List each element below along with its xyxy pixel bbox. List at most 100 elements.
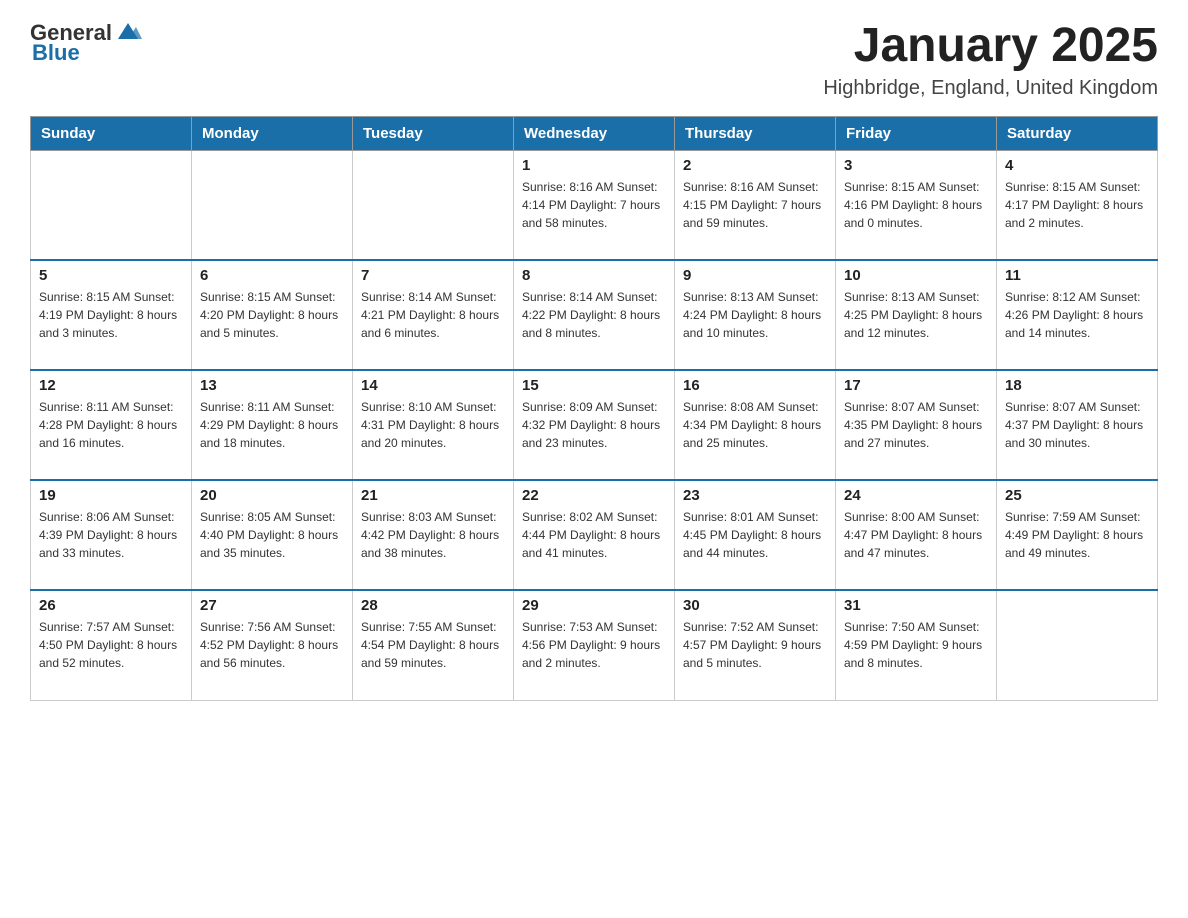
- calendar-week-row: 12Sunrise: 8:11 AM Sunset: 4:28 PM Dayli…: [31, 370, 1158, 480]
- day-number: 26: [39, 597, 183, 614]
- day-info: Sunrise: 8:15 AM Sunset: 4:19 PM Dayligh…: [39, 288, 183, 342]
- day-of-week-header: Tuesday: [353, 116, 514, 150]
- day-info: Sunrise: 8:14 AM Sunset: 4:21 PM Dayligh…: [361, 288, 505, 342]
- calendar-day-cell: 2Sunrise: 8:16 AM Sunset: 4:15 PM Daylig…: [675, 150, 836, 260]
- calendar-day-cell: 31 Sunrise: 7:50 AM Sunset: 4:59 PM Dayli…: [836, 590, 997, 700]
- day-info: Sunrise: 8:13 AM Sunset: 4:24 PM Dayligh…: [683, 288, 827, 342]
- day-info: Sunrise: 8:16 AM Sunset: 4:14 PM Dayligh…: [522, 178, 666, 232]
- calendar-day-cell: 6Sunrise: 8:15 AM Sunset: 4:20 PM Daylig…: [192, 260, 353, 370]
- calendar-day-cell: 12Sunrise: 8:11 AM Sunset: 4:28 PM Dayli…: [31, 370, 192, 480]
- day-number: 1: [522, 157, 666, 174]
- calendar-day-cell: 14 Sunrise: 8:10 AM Sunset: 4:31 PM Dayli…: [353, 370, 514, 480]
- calendar-day-cell: 20 Sunrise: 8:05 AM Sunset: 4:40 PM Dayli…: [192, 480, 353, 590]
- day-number: 3: [844, 157, 988, 174]
- day-info: Sunrise: 8:09 AM Sunset: 4:32 PM Dayligh…: [522, 398, 666, 452]
- day-number: 14: [361, 377, 505, 394]
- day-info: Sunrise: 8:00 AM Sunset: 4:47 PM Dayligh…: [844, 508, 988, 562]
- calendar-day-cell: 29 Sunrise: 7:53 AM Sunset: 4:56 PM Dayli…: [514, 590, 675, 700]
- day-info: Sunrise: 8:10 AM Sunset: 4:31 PM Dayligh…: [361, 398, 505, 452]
- day-info: Sunrise: 8:05 AM Sunset: 4:40 PM Dayligh…: [200, 508, 344, 562]
- calendar-day-cell: 13 Sunrise: 8:11 AM Sunset: 4:29 PM Dayli…: [192, 370, 353, 480]
- day-info: Sunrise: 7:55 AM Sunset: 4:54 PM Dayligh…: [361, 618, 505, 672]
- day-number: 24: [844, 487, 988, 504]
- day-number: 10: [844, 267, 988, 284]
- day-of-week-header: Monday: [192, 116, 353, 150]
- day-info: Sunrise: 8:14 AM Sunset: 4:22 PM Dayligh…: [522, 288, 666, 342]
- day-info: Sunrise: 8:16 AM Sunset: 4:15 PM Dayligh…: [683, 178, 827, 232]
- calendar-day-cell: [192, 150, 353, 260]
- day-number: 13: [200, 377, 344, 394]
- day-info: Sunrise: 8:02 AM Sunset: 4:44 PM Dayligh…: [522, 508, 666, 562]
- day-info: Sunrise: 7:50 AM Sunset: 4:59 PM Dayligh…: [844, 618, 988, 672]
- month-title: January 2025: [823, 20, 1158, 73]
- day-number: 9: [683, 267, 827, 284]
- calendar-day-cell: 24 Sunrise: 8:00 AM Sunset: 4:47 PM Dayli…: [836, 480, 997, 590]
- day-number: 20: [200, 487, 344, 504]
- calendar-day-cell: [31, 150, 192, 260]
- day-of-week-header: Saturday: [997, 116, 1158, 150]
- day-number: 31: [844, 597, 988, 614]
- day-number: 8: [522, 267, 666, 284]
- day-number: 18: [1005, 377, 1149, 394]
- calendar-day-cell: 19 Sunrise: 8:06 AM Sunset: 4:39 PM Dayli…: [31, 480, 192, 590]
- calendar-week-row: 5 Sunrise: 8:15 AM Sunset: 4:19 PM Daylig…: [31, 260, 1158, 370]
- day-number: 6: [200, 267, 344, 284]
- day-number: 17: [844, 377, 988, 394]
- day-of-week-header: Thursday: [675, 116, 836, 150]
- day-info: Sunrise: 7:52 AM Sunset: 4:57 PM Dayligh…: [683, 618, 827, 672]
- day-number: 11: [1005, 267, 1149, 284]
- calendar-day-cell: 27Sunrise: 7:56 AM Sunset: 4:52 PM Dayli…: [192, 590, 353, 700]
- day-info: Sunrise: 7:57 AM Sunset: 4:50 PM Dayligh…: [39, 618, 183, 672]
- calendar-day-cell: 18Sunrise: 8:07 AM Sunset: 4:37 PM Dayli…: [997, 370, 1158, 480]
- calendar-day-cell: 5 Sunrise: 8:15 AM Sunset: 4:19 PM Daylig…: [31, 260, 192, 370]
- day-number: 30: [683, 597, 827, 614]
- title-block: January 2025 Highbridge, England, United…: [823, 20, 1158, 100]
- calendar-day-cell: 26 Sunrise: 7:57 AM Sunset: 4:50 PM Dayli…: [31, 590, 192, 700]
- day-of-week-header: Friday: [836, 116, 997, 150]
- day-info: Sunrise: 8:11 AM Sunset: 4:28 PM Dayligh…: [39, 398, 183, 452]
- calendar-day-cell: 15 Sunrise: 8:09 AM Sunset: 4:32 PM Dayli…: [514, 370, 675, 480]
- day-number: 21: [361, 487, 505, 504]
- calendar-day-cell: 17 Sunrise: 8:07 AM Sunset: 4:35 PM Dayli…: [836, 370, 997, 480]
- logo-icon: [114, 17, 142, 45]
- day-of-week-header: Sunday: [31, 116, 192, 150]
- location-title: Highbridge, England, United Kingdom: [823, 77, 1158, 100]
- day-number: 22: [522, 487, 666, 504]
- day-info: Sunrise: 8:12 AM Sunset: 4:26 PM Dayligh…: [1005, 288, 1149, 342]
- day-info: Sunrise: 8:07 AM Sunset: 4:35 PM Dayligh…: [844, 398, 988, 452]
- day-number: 28: [361, 597, 505, 614]
- day-info: Sunrise: 8:15 AM Sunset: 4:16 PM Dayligh…: [844, 178, 988, 232]
- day-info: Sunrise: 7:53 AM Sunset: 4:56 PM Dayligh…: [522, 618, 666, 672]
- day-number: 25: [1005, 487, 1149, 504]
- calendar-day-cell: 21Sunrise: 8:03 AM Sunset: 4:42 PM Dayli…: [353, 480, 514, 590]
- calendar-day-cell: 4Sunrise: 8:15 AM Sunset: 4:17 PM Daylig…: [997, 150, 1158, 260]
- day-number: 4: [1005, 157, 1149, 174]
- logo: General Blue: [30, 20, 142, 66]
- day-info: Sunrise: 8:08 AM Sunset: 4:34 PM Dayligh…: [683, 398, 827, 452]
- calendar-day-cell: 23 Sunrise: 8:01 AM Sunset: 4:45 PM Dayli…: [675, 480, 836, 590]
- calendar-day-cell: 25Sunrise: 7:59 AM Sunset: 4:49 PM Dayli…: [997, 480, 1158, 590]
- calendar-day-cell: 7Sunrise: 8:14 AM Sunset: 4:21 PM Daylig…: [353, 260, 514, 370]
- calendar-day-cell: 9 Sunrise: 8:13 AM Sunset: 4:24 PM Daylig…: [675, 260, 836, 370]
- calendar-table: SundayMondayTuesdayWednesdayThursdayFrid…: [30, 116, 1158, 701]
- day-info: Sunrise: 8:11 AM Sunset: 4:29 PM Dayligh…: [200, 398, 344, 452]
- day-info: Sunrise: 8:01 AM Sunset: 4:45 PM Dayligh…: [683, 508, 827, 562]
- day-number: 15: [522, 377, 666, 394]
- calendar-day-cell: 10 Sunrise: 8:13 AM Sunset: 4:25 PM Dayli…: [836, 260, 997, 370]
- calendar-header-row: SundayMondayTuesdayWednesdayThursdayFrid…: [31, 116, 1158, 150]
- logo-blue: Blue: [32, 40, 80, 66]
- calendar-day-cell: 3 Sunrise: 8:15 AM Sunset: 4:16 PM Daylig…: [836, 150, 997, 260]
- day-number: 29: [522, 597, 666, 614]
- calendar-day-cell: 22 Sunrise: 8:02 AM Sunset: 4:44 PM Dayli…: [514, 480, 675, 590]
- calendar-day-cell: 30 Sunrise: 7:52 AM Sunset: 4:57 PM Dayli…: [675, 590, 836, 700]
- page-header: General Blue January 2025 Highbridge, En…: [30, 20, 1158, 100]
- calendar-day-cell: 1 Sunrise: 8:16 AM Sunset: 4:14 PM Daylig…: [514, 150, 675, 260]
- day-info: Sunrise: 8:13 AM Sunset: 4:25 PM Dayligh…: [844, 288, 988, 342]
- day-number: 19: [39, 487, 183, 504]
- day-number: 23: [683, 487, 827, 504]
- day-info: Sunrise: 7:56 AM Sunset: 4:52 PM Dayligh…: [200, 618, 344, 672]
- day-of-week-header: Wednesday: [514, 116, 675, 150]
- day-number: 5: [39, 267, 183, 284]
- day-number: 16: [683, 377, 827, 394]
- day-info: Sunrise: 8:06 AM Sunset: 4:39 PM Dayligh…: [39, 508, 183, 562]
